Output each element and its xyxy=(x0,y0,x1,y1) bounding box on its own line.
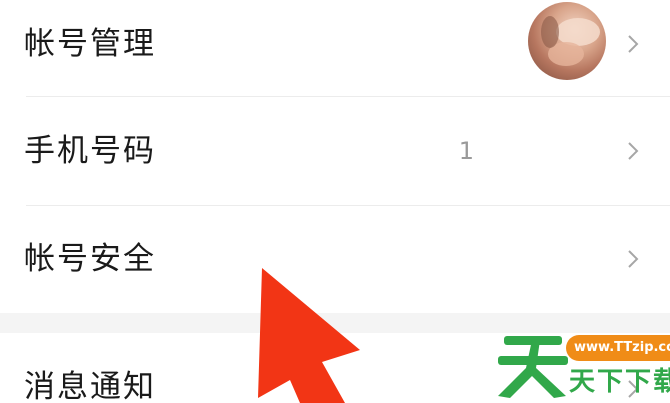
settings-row-label: 手机号码 xyxy=(24,133,156,169)
account-settings-group: 帐号管理 手机号码 1 帐号安全 xyxy=(0,0,670,313)
watermark-url: www.TTzip.com xyxy=(566,335,670,361)
watermark-logo-icon xyxy=(498,336,568,398)
settings-row-label: 帐号安全 xyxy=(24,241,156,277)
avatar-photo xyxy=(541,16,600,66)
settings-row-phone-number[interactable]: 手机号码 1 xyxy=(0,97,670,205)
phone-number-value: 1 xyxy=(458,137,474,165)
avatar[interactable] xyxy=(528,2,606,80)
chevron-right-icon xyxy=(628,35,639,53)
chevron-right-icon xyxy=(628,250,639,268)
settings-row-label: 帐号管理 xyxy=(24,26,156,62)
settings-row-account-security[interactable]: 帐号安全 xyxy=(0,206,670,313)
chevron-right-icon xyxy=(628,142,639,160)
settings-screen: 帐号管理 手机号码 1 帐号安全 消息通知 www.TTzip.c 天下下载 xyxy=(0,0,670,403)
watermark-text: 天下下载 xyxy=(569,367,670,397)
settings-row-label: 消息通知 xyxy=(24,369,156,403)
settings-row-account-management[interactable]: 帐号管理 xyxy=(0,0,670,96)
